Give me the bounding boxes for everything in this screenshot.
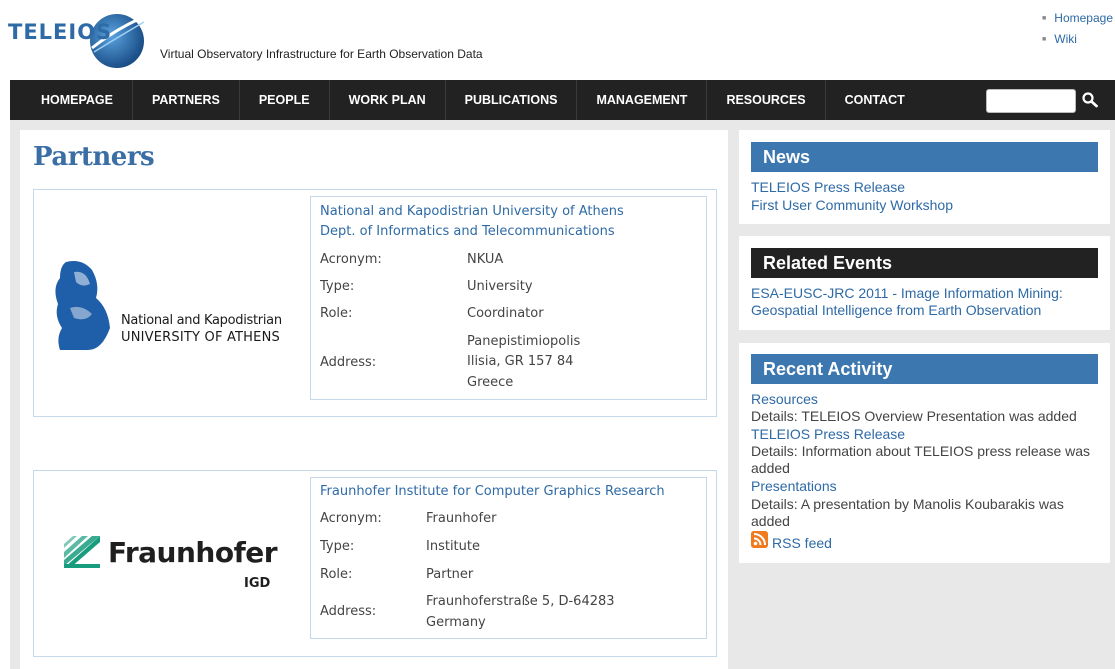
role-label: Role: [320,567,353,582]
search-input[interactable] [986,89,1076,113]
nav-work-plan[interactable]: WORK PLAN [330,80,446,120]
activity-link[interactable]: Resources [751,391,818,408]
news-heading: News [751,142,1098,172]
activity-detail: Details: TELEIOS Overview Presentation w… [751,408,1077,424]
nkua-logo-line-1: National and Kapodistrian [121,313,282,328]
address-label: Address: [320,355,377,370]
nav-people[interactable]: PEOPLE [240,80,330,120]
partner-dept-link[interactable]: Dept. of Informatics and Telecommunicati… [320,222,615,242]
news-link[interactable]: First User Community Workshop [751,197,953,214]
news-link[interactable]: TELEIOS Press Release [751,179,905,196]
type-label: Type: [320,279,355,294]
main-nav: HOMEPAGE PARTNERS PEOPLE WORK PLAN PUBLI… [10,80,1115,120]
type-label: Type: [320,539,355,554]
nav-homepage[interactable]: HOMEPAGE [22,80,133,120]
fraunhofer-igd-text: IGD [244,576,271,591]
activity-detail: Details: A presentation by Manolis Kouba… [751,496,1064,512]
fraunhofer-logo-text: Fraunhofer [108,536,278,569]
event-link[interactable]: ESA-EUSC-JRC 2011 - Image Information Mi… [751,285,1063,302]
acronym-label: Acronym: [320,252,382,267]
recent-activity-title: Recent Activity [763,359,893,379]
activity-link[interactable]: TELEIOS Press Release [751,426,905,443]
fraunhofer-logo-icon [64,536,100,568]
nav-partners[interactable]: PARTNERS [133,80,240,120]
role-value: Coordinator [467,306,544,321]
activity-detail: Details: Information about TELEIOS press… [751,443,1091,459]
activity-link[interactable]: Presentations [751,478,837,495]
acronym-value: Fraunhofer [426,511,497,526]
related-events-title: Related Events [763,253,893,273]
nav-publications[interactable]: PUBLICATIONS [446,80,578,120]
site-header: TELEIOS Virtual Observatory Infrastructu… [0,0,1115,80]
address-line-1: Fraunhoferstraße 5, D-64283 [426,594,615,609]
activity-detail: added [751,513,790,529]
address-line-1: Panepistimiopolis [467,334,581,349]
event-link[interactable]: Geospatial Intelligence from Earth Obser… [751,302,1041,319]
top-link-wiki[interactable]: Wiki [1042,30,1113,51]
role-value: Partner [426,567,474,582]
top-link-homepage[interactable]: Homepage [1042,9,1113,30]
teleios-logo[interactable]: TELEIOS [8,6,158,72]
role-label: Role: [320,306,353,321]
address-line-2: Germany [426,615,486,630]
rss-feed-link[interactable]: RSS feed [772,535,832,551]
top-links: Homepage Wiki [1042,9,1113,51]
partner-name-link[interactable]: National and Kapodistrian University of … [320,202,624,222]
acronym-label: Acronym: [320,511,382,526]
activity-detail: added [751,460,790,476]
address-line-2: Ilisia, GR 157 84 [467,354,574,369]
search-icon[interactable] [1081,91,1099,109]
address-label: Address: [320,604,377,619]
site-tagline: Virtual Observatory Infrastructure for E… [160,47,483,61]
type-value: University [467,279,533,294]
nkua-logo-line-2: UNIVERSITY OF ATHENS [121,330,280,345]
news-title: News [763,147,811,167]
nav-management[interactable]: MANAGEMENT [577,80,708,120]
nav-contact[interactable]: CONTACT [826,80,924,120]
nav-resources[interactable]: RESOURCES [707,80,826,120]
type-value: Institute [426,539,480,554]
recent-activity-heading: Recent Activity [751,354,1098,384]
acronym-value: NKUA [467,252,504,267]
rss-icon[interactable] [751,531,768,548]
logo-text: TELEIOS [8,20,113,44]
address-line-3: Greece [467,375,514,390]
page-title: Partners [33,142,155,172]
partner-name-link[interactable]: Fraunhofer Institute for Computer Graphi… [320,482,665,502]
related-events-heading: Related Events [751,248,1098,278]
